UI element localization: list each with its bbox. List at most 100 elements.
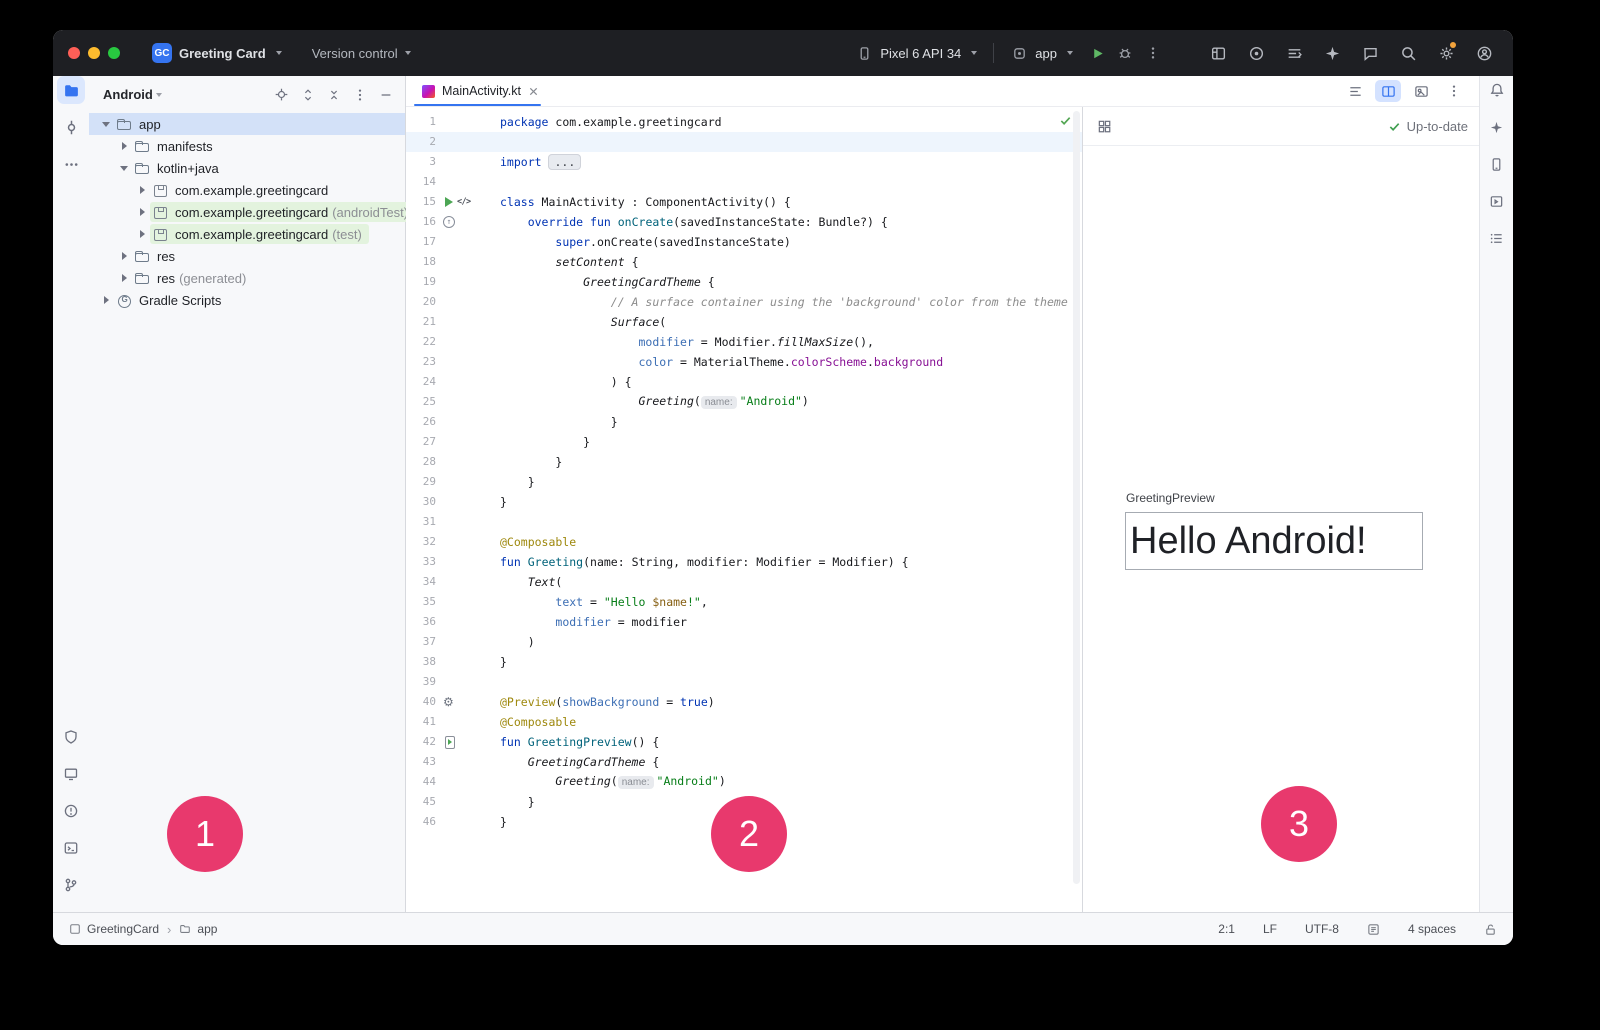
project-selector[interactable]: GC Greeting Card [152, 43, 282, 63]
code-line-3[interactable]: 3import ... [406, 152, 1082, 172]
cursor-position[interactable]: 2:1 [1218, 922, 1235, 936]
code-line-2[interactable]: 2 [406, 132, 1082, 152]
ai-assistant-icon[interactable] [1483, 113, 1511, 141]
more-tool-windows-icon[interactable] [57, 150, 85, 178]
gear-gutter-icon[interactable]: ⚙ [443, 696, 454, 709]
locate-file-icon[interactable] [274, 87, 289, 102]
tree-item-com-example-greetingcard[interactable]: com.example.greetingcard(test) [89, 223, 405, 245]
tag-gutter-icon[interactable]: </> [457, 192, 471, 212]
code-line-25[interactable]: 25 Greeting(name:"Android") [406, 392, 1082, 412]
chevron-right-icon[interactable] [134, 223, 150, 245]
user-avatar-icon[interactable] [1475, 44, 1493, 62]
tree-item-manifests[interactable]: manifests [89, 135, 405, 157]
git-branch-icon[interactable] [57, 871, 85, 899]
running-devices-icon[interactable] [1483, 187, 1511, 215]
code-line-31[interactable]: 31 [406, 512, 1082, 532]
preview-component-frame[interactable]: Hello Android! [1125, 512, 1423, 570]
code-editor[interactable]: 1package com.example.greetingcard23impor… [406, 107, 1082, 912]
preview-grid-icon[interactable] [1097, 119, 1112, 134]
collapse-all-icon[interactable] [327, 88, 341, 102]
chevron-right-icon[interactable] [116, 267, 132, 289]
screen-capture-icon[interactable] [1247, 44, 1265, 62]
inspections-ok-icon[interactable] [1059, 114, 1072, 127]
notifications-bell-icon[interactable] [1483, 76, 1511, 104]
close-window-button[interactable] [68, 47, 80, 59]
chevron-right-icon[interactable] [116, 245, 132, 267]
settings-gear-icon[interactable] [1437, 44, 1455, 62]
breadcrumb-project[interactable]: GreetingCard [87, 922, 159, 936]
chevron-down-icon[interactable] [98, 113, 114, 135]
run-gutter-icon[interactable] [445, 197, 453, 207]
expand-all-icon[interactable] [301, 88, 315, 102]
search-icon[interactable] [1399, 44, 1417, 62]
tree-item-res[interactable]: res(generated) [89, 267, 405, 289]
lock-icon[interactable] [1484, 923, 1497, 936]
project-tool-window-button[interactable] [57, 76, 85, 104]
breadcrumb-module[interactable]: app [197, 922, 217, 936]
chevron-right-icon[interactable] [98, 289, 114, 311]
task-list-icon[interactable] [1285, 44, 1303, 62]
run-button[interactable] [1083, 39, 1111, 67]
override-gutter-icon[interactable]: ↑ [443, 216, 455, 228]
code-line-35[interactable]: 35 text = "Hello $name!", [406, 592, 1082, 612]
tree-item-com-example-greetingcard[interactable]: com.example.greetingcard [89, 179, 405, 201]
indent-setting[interactable]: 4 spaces [1408, 922, 1456, 936]
tree-item-gradle-scripts[interactable]: Gradle Scripts [89, 289, 405, 311]
preview-component-label[interactable]: GreetingPreview [1126, 491, 1215, 505]
tree-item-res[interactable]: res [89, 245, 405, 267]
code-line-19[interactable]: 19 GreetingCardTheme { [406, 272, 1082, 292]
run-configuration-selector[interactable]: app [1000, 44, 1083, 62]
prerun-gutter-icon[interactable] [445, 736, 455, 749]
indent-guide-icon[interactable] [1367, 923, 1380, 936]
code-line-42[interactable]: 42fun GreetingPreview() { [406, 732, 1082, 752]
build-variants-icon[interactable] [1483, 224, 1511, 252]
chevron-right-icon[interactable] [134, 201, 150, 223]
code-line-30[interactable]: 30} [406, 492, 1082, 512]
code-line-23[interactable]: 23 color = MaterialTheme.colorScheme.bac… [406, 352, 1082, 372]
chevron-right-icon[interactable] [134, 179, 150, 201]
code-line-26[interactable]: 26 } [406, 412, 1082, 432]
code-view-button[interactable] [1342, 80, 1368, 102]
device-manager-icon[interactable] [1483, 150, 1511, 178]
code-line-40[interactable]: 40⚙@Preview(showBackground = true) [406, 692, 1082, 712]
layout-inspector-icon[interactable] [1209, 44, 1227, 62]
close-tab-icon[interactable] [528, 86, 539, 97]
minimize-window-button[interactable] [88, 47, 100, 59]
code-line-27[interactable]: 27 } [406, 432, 1082, 452]
tree-item-com-example-greetingcard[interactable]: com.example.greetingcard(androidTest) [89, 201, 405, 223]
code-line-18[interactable]: 18 setContent { [406, 252, 1082, 272]
code-line-22[interactable]: 22 modifier = Modifier.fillMaxSize(), [406, 332, 1082, 352]
code-line-33[interactable]: 33fun Greeting(name: String, modifier: M… [406, 552, 1082, 572]
code-line-24[interactable]: 24 ) { [406, 372, 1082, 392]
code-line-28[interactable]: 28 } [406, 452, 1082, 472]
split-view-button[interactable] [1375, 80, 1401, 102]
design-view-button[interactable] [1408, 80, 1434, 102]
code-line-1[interactable]: 1package com.example.greetingcard [406, 112, 1082, 132]
code-line-16[interactable]: 16↑ override fun onCreate(savedInstanceS… [406, 212, 1082, 232]
code-line-38[interactable]: 38} [406, 652, 1082, 672]
zoom-window-button[interactable] [108, 47, 120, 59]
hide-panel-icon[interactable] [379, 88, 393, 102]
panel-options-icon[interactable] [353, 88, 367, 102]
more-actions-button[interactable] [1139, 39, 1167, 67]
line-separator[interactable]: LF [1263, 922, 1277, 936]
terminal-icon[interactable] [57, 834, 85, 862]
code-line-15[interactable]: 15</>class MainActivity : ComponentActiv… [406, 192, 1082, 212]
code-line-14[interactable]: 14 [406, 172, 1082, 192]
ai-spark-icon[interactable] [1323, 44, 1341, 62]
vcs-widget[interactable]: Version control [312, 46, 411, 61]
tab-options-icon[interactable] [1441, 80, 1467, 102]
code-line-21[interactable]: 21 Surface( [406, 312, 1082, 332]
debug-button[interactable] [1111, 39, 1139, 67]
device-screen-icon[interactable] [57, 760, 85, 788]
shield-icon[interactable] [57, 723, 85, 751]
tree-item-app[interactable]: app [89, 113, 405, 135]
commit-icon[interactable] [57, 113, 85, 141]
chevron-down-icon[interactable] [116, 157, 132, 179]
chevron-right-icon[interactable] [116, 135, 132, 157]
code-line-39[interactable]: 39 [406, 672, 1082, 692]
code-line-43[interactable]: 43 GreetingCardTheme { [406, 752, 1082, 772]
project-view-selector[interactable]: Android [103, 87, 153, 102]
code-line-41[interactable]: 41@Composable [406, 712, 1082, 732]
code-line-36[interactable]: 36 modifier = modifier [406, 612, 1082, 632]
